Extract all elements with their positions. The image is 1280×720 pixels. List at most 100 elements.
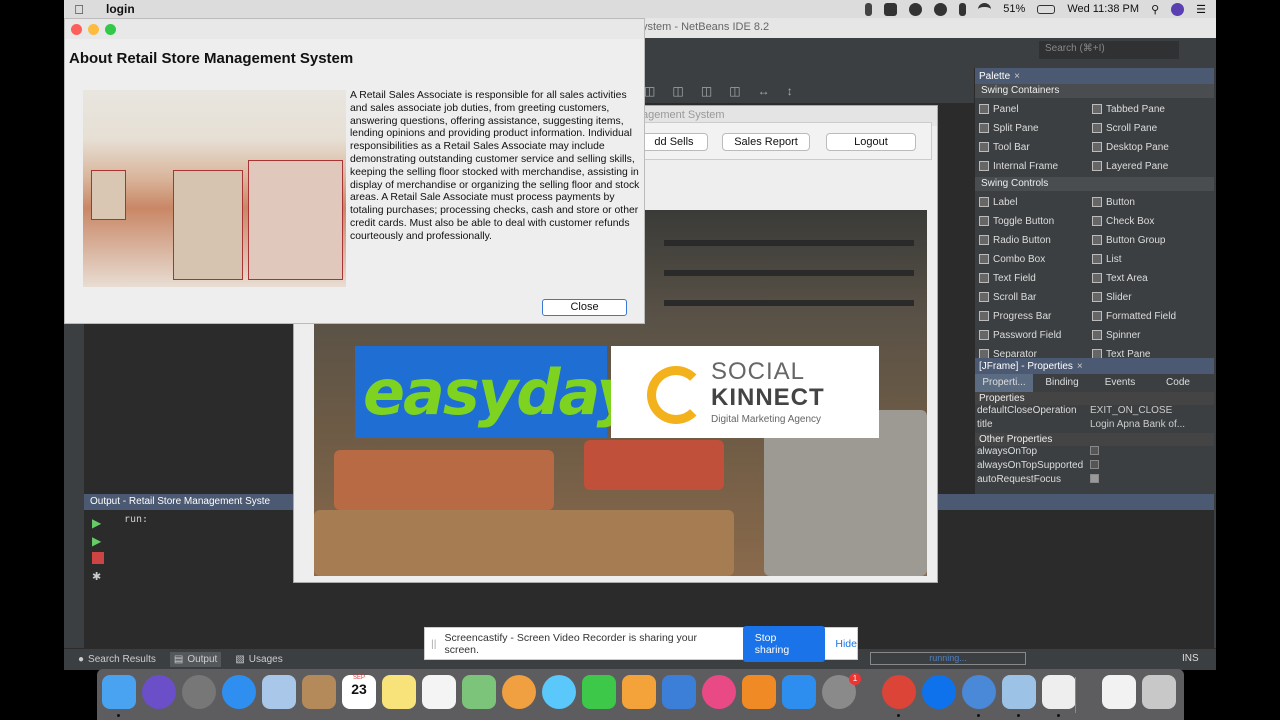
- other-properties-section[interactable]: Other Properties: [975, 433, 1214, 446]
- palette-item[interactable]: List: [1092, 251, 1205, 267]
- app-menu-name[interactable]: login: [106, 2, 135, 16]
- palette-item[interactable]: Formatted Field: [1092, 308, 1205, 324]
- palette-item[interactable]: Check Box: [1092, 213, 1205, 229]
- palette-category[interactable]: Swing Containers: [975, 84, 1214, 98]
- chrome-icon[interactable]: [882, 675, 916, 709]
- align-icon[interactable]: ◫: [729, 84, 740, 98]
- property-row[interactable]: alwaysOnTopSupported: [975, 460, 1214, 474]
- notes-icon[interactable]: [382, 675, 416, 709]
- facetime-icon[interactable]: [582, 675, 616, 709]
- palette-item[interactable]: Scroll Pane: [1092, 120, 1205, 136]
- microphone-icon[interactable]: [865, 2, 873, 16]
- palette-item[interactable]: Scroll Bar: [979, 289, 1092, 305]
- output-title[interactable]: Output - Retail Store Management Syste: [84, 494, 294, 510]
- battery-icon[interactable]: [1037, 4, 1056, 14]
- close-icon[interactable]: ×: [1077, 361, 1083, 372]
- palette-item[interactable]: Label: [979, 194, 1092, 210]
- tab-output[interactable]: ▤ Output: [169, 652, 222, 667]
- property-row[interactable]: defaultCloseOperation EXIT_ON_CLOSE: [975, 405, 1214, 419]
- add-sells-button[interactable]: dd Sells: [640, 133, 708, 151]
- netbeans-icon[interactable]: [1002, 675, 1036, 709]
- palette-item[interactable]: Text Field: [979, 270, 1092, 286]
- checkbox[interactable]: [1090, 474, 1099, 483]
- teamviewer-icon[interactable]: [922, 675, 956, 709]
- itunes-icon[interactable]: [702, 675, 736, 709]
- stop-icon[interactable]: [92, 552, 104, 564]
- calendar-icon[interactable]: SEP 23: [342, 675, 376, 709]
- bluetooth-icon[interactable]: [959, 2, 967, 16]
- tab-search-results[interactable]: ● Search Results: [74, 652, 160, 667]
- spotlight-search-icon[interactable]: ⚲: [1151, 3, 1159, 16]
- notification-center-icon[interactable]: ☰: [1196, 3, 1206, 16]
- tab-events[interactable]: Events: [1091, 374, 1149, 392]
- palette-item[interactable]: Desktop Pane: [1092, 139, 1205, 155]
- properties-section[interactable]: Properties: [975, 392, 1214, 405]
- reminders-icon[interactable]: [422, 675, 456, 709]
- settings-icon[interactable]: ✱: [92, 570, 104, 583]
- rerun-icon[interactable]: ▶: [92, 516, 104, 530]
- resize-horizontal-icon[interactable]: ↔: [758, 84, 770, 98]
- align-icon[interactable]: ◫: [701, 84, 712, 98]
- palette-item[interactable]: Layered Pane: [1092, 158, 1205, 174]
- tab-code[interactable]: Code: [1149, 374, 1207, 392]
- palette-item[interactable]: Panel: [979, 101, 1092, 117]
- mail-icon[interactable]: [262, 675, 296, 709]
- wifi-icon[interactable]: [978, 2, 992, 16]
- close-window-icon[interactable]: [71, 24, 82, 35]
- property-row[interactable]: title Login Apna Bank of...: [975, 419, 1214, 433]
- tab-usages[interactable]: ▧ Usages: [231, 652, 286, 667]
- property-row[interactable]: alwaysOnTop: [975, 446, 1214, 460]
- palette-item[interactable]: Radio Button: [979, 232, 1092, 248]
- trash-icon[interactable]: [1142, 675, 1176, 709]
- battery-percent[interactable]: 51%: [1003, 3, 1025, 15]
- palette-item[interactable]: Slider: [1092, 289, 1205, 305]
- palette-item[interactable]: Text Area: [1092, 270, 1205, 286]
- siri-icon[interactable]: [142, 675, 176, 709]
- hide-button[interactable]: Hide: [835, 638, 857, 650]
- checkbox[interactable]: [1090, 446, 1099, 455]
- palette-item[interactable]: Tool Bar: [979, 139, 1092, 155]
- close-button[interactable]: Close: [542, 299, 627, 316]
- document-icon[interactable]: [1102, 675, 1136, 709]
- palette-item[interactable]: Button Group: [1092, 232, 1205, 248]
- minimize-window-icon[interactable]: [88, 24, 99, 35]
- stop-sharing-button[interactable]: Stop sharing: [742, 625, 826, 662]
- palette-item[interactable]: Progress Bar: [979, 308, 1092, 324]
- launchpad-icon[interactable]: [182, 675, 216, 709]
- siri-icon[interactable]: [1171, 2, 1185, 16]
- drag-handle-icon[interactable]: ||: [431, 638, 436, 650]
- palette-item[interactable]: Toggle Button: [979, 213, 1092, 229]
- palette-item[interactable]: Split Pane: [979, 120, 1092, 136]
- books-icon[interactable]: [742, 675, 776, 709]
- palette-item[interactable]: Button: [1092, 194, 1205, 210]
- cloud-icon[interactable]: [934, 2, 948, 16]
- palette-item[interactable]: Combo Box: [979, 251, 1092, 267]
- maps-icon[interactable]: [462, 675, 496, 709]
- palette-item[interactable]: Spinner: [1092, 327, 1205, 343]
- app-store-icon[interactable]: [782, 675, 816, 709]
- apple-menu-icon[interactable]: : [64, 2, 94, 17]
- dialog-title-bar[interactable]: [65, 19, 644, 39]
- clock[interactable]: Wed 11:38 PM: [1067, 3, 1139, 15]
- ide-search-input[interactable]: Search (⌘+I): [1039, 41, 1179, 59]
- safari-icon[interactable]: [222, 675, 256, 709]
- align-icon[interactable]: ◫: [672, 84, 683, 98]
- finder-icon[interactable]: [102, 675, 136, 709]
- contacts-icon[interactable]: [302, 675, 336, 709]
- rerun-debug-icon[interactable]: ▶: [92, 534, 104, 548]
- palette-item[interactable]: Internal Frame: [979, 158, 1092, 174]
- progress-bar[interactable]: running...: [870, 652, 1026, 665]
- logout-button[interactable]: Logout: [826, 133, 916, 151]
- photos-icon[interactable]: [502, 675, 536, 709]
- resize-vertical-icon[interactable]: ↕: [787, 84, 793, 98]
- tab-binding[interactable]: Binding: [1033, 374, 1091, 392]
- java-icon[interactable]: [1042, 675, 1076, 709]
- checkbox[interactable]: [1090, 460, 1099, 469]
- sales-report-button[interactable]: Sales Report: [722, 133, 810, 151]
- align-icon[interactable]: ◫: [644, 84, 655, 98]
- pages-icon[interactable]: [622, 675, 656, 709]
- screencast-icon[interactable]: [884, 2, 898, 16]
- palette-item[interactable]: Password Field: [979, 327, 1092, 343]
- zoom-window-icon[interactable]: [105, 24, 116, 35]
- palette-category[interactable]: Swing Controls: [975, 177, 1214, 191]
